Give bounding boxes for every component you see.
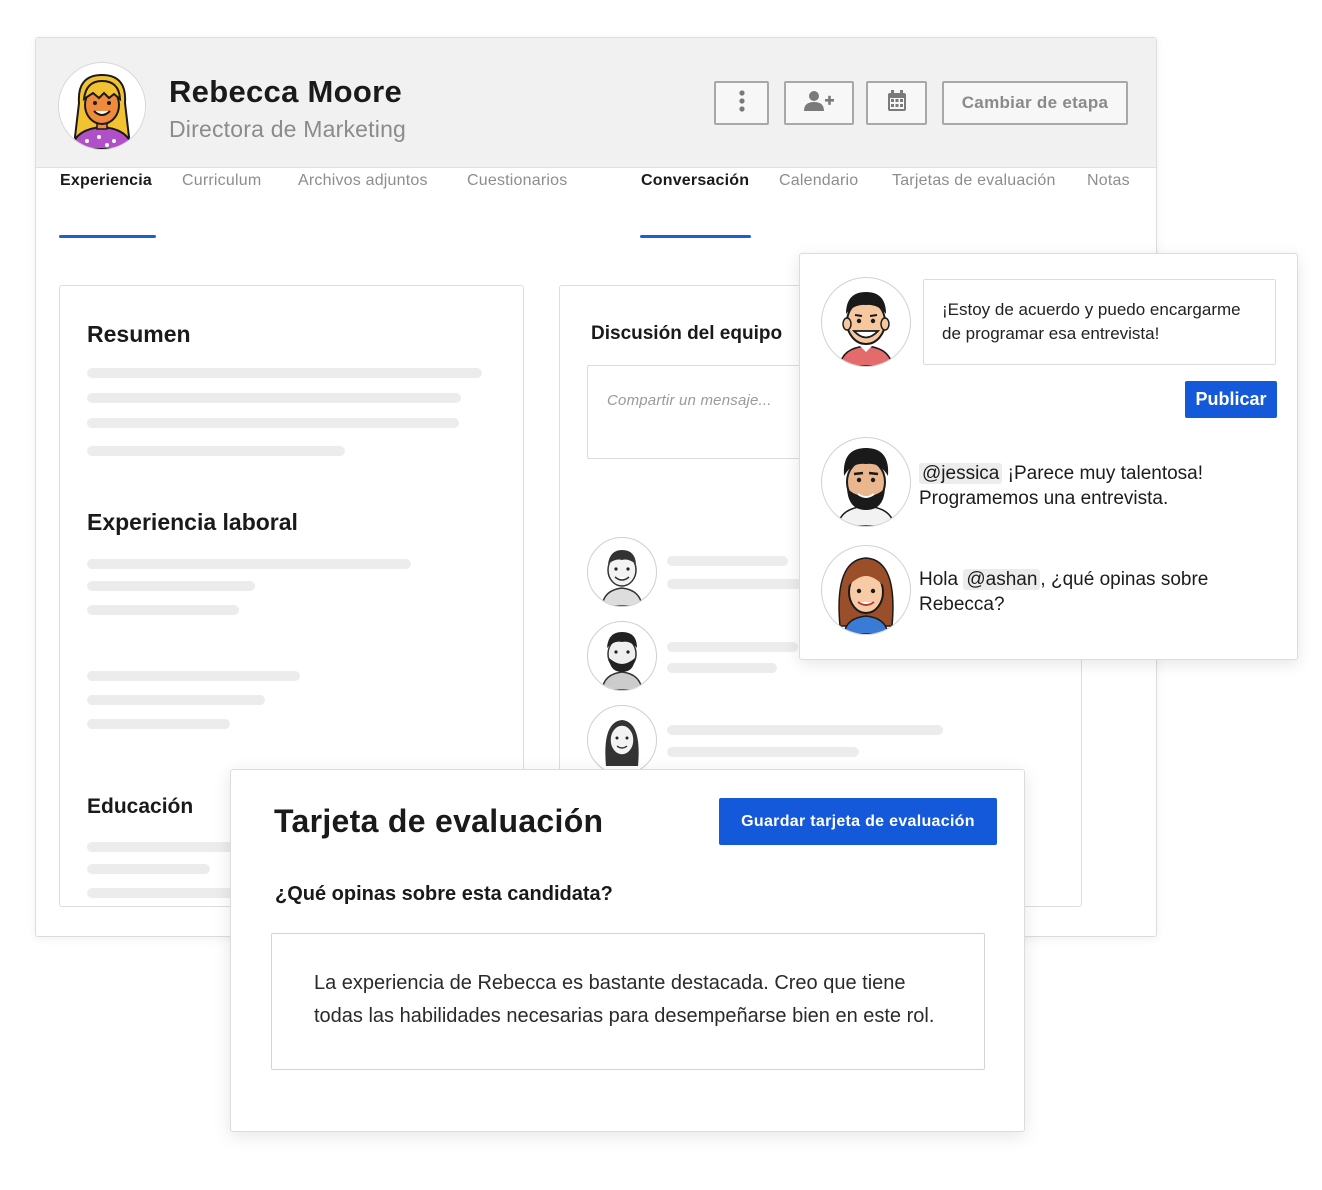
vertical-dots-icon (738, 89, 746, 117)
team-avatar (587, 537, 657, 607)
placeholder-line (667, 579, 812, 589)
mention-jessica[interactable]: @jessica (919, 463, 1003, 484)
tab-tarjetas-de-evaluacion[interactable]: Tarjetas de evaluación (892, 172, 1056, 190)
mention-ashan[interactable]: @ashan (963, 569, 1041, 590)
team-discussion-title: Discusión del equipo (591, 323, 783, 344)
reply-textbox[interactable]: ¡Estoy de acuerdo y puedo encargarme de … (923, 279, 1276, 365)
placeholder-line (667, 725, 943, 735)
team-avatar (587, 705, 657, 775)
scorecard-popup: Tarjeta de evaluación Guardar tarjeta de… (230, 769, 1025, 1132)
placeholder-line (87, 605, 239, 615)
placeholder-line (87, 581, 255, 591)
conversation-popup: ¡Estoy de acuerdo y puedo encargarme de … (799, 253, 1298, 660)
change-stage-button[interactable]: Cambiar de etapa (942, 81, 1128, 125)
placeholder-line (87, 671, 300, 681)
candidate-role: Directora de Marketing (169, 116, 407, 142)
tab-cuestionarios[interactable]: Cuestionarios (467, 172, 567, 190)
placeholder-line (87, 719, 230, 729)
scorecard-answer-textarea[interactable]: La experiencia de Rebecca es bastante de… (271, 933, 985, 1070)
placeholder-line (87, 368, 482, 378)
save-scorecard-button[interactable]: Guardar tarjeta de evaluación (719, 798, 997, 845)
summary-title: Resumen (87, 321, 191, 347)
tab-curriculum[interactable]: Curriculum (182, 172, 261, 190)
calendar-icon (887, 89, 907, 117)
tab-experiencia[interactable]: Experiencia (60, 172, 152, 190)
more-button[interactable] (714, 81, 769, 125)
comment-1: @jessica ¡Parece muy talentosa! Programe… (919, 461, 1269, 511)
placeholder-line (87, 418, 459, 428)
comment-2-prefix: Hola (919, 569, 964, 590)
placeholder-line (87, 446, 345, 456)
user-avatar (821, 277, 911, 367)
change-stage-label: Cambiar de etapa (961, 93, 1109, 112)
placeholder-line (667, 663, 777, 673)
placeholder-line (87, 864, 210, 874)
tab-experiencia-underline (59, 235, 156, 238)
placeholder-line (87, 559, 411, 569)
tab-conversacion-underline (640, 235, 751, 238)
publish-button[interactable]: Publicar (1185, 381, 1277, 418)
commenter-avatar-jessica (821, 545, 911, 635)
work-experience-title: Experiencia laboral (87, 509, 298, 535)
scorecard-question: ¿Qué opinas sobre esta candidata? (275, 883, 613, 905)
candidate-name: Rebecca Moore (169, 74, 403, 109)
tab-calendario[interactable]: Calendario (779, 172, 858, 190)
scorecard-title: Tarjeta de evaluación (274, 803, 604, 839)
user-plus-icon (804, 90, 834, 117)
team-avatar (587, 621, 657, 691)
education-title: Educación (87, 795, 194, 818)
tab-conversacion[interactable]: Conversación (641, 172, 749, 190)
placeholder-line (667, 556, 788, 566)
placeholder-line (667, 642, 798, 652)
commenter-avatar-ashan (821, 437, 911, 527)
schedule-button[interactable] (866, 81, 927, 125)
tab-archivos-adjuntos[interactable]: Archivos adjuntos (298, 172, 428, 190)
placeholder-line (667, 747, 859, 757)
add-user-button[interactable] (784, 81, 854, 125)
comment-2: Hola @ashan, ¿qué opinas sobre Rebecca? (919, 567, 1269, 617)
tab-notas[interactable]: Notas (1087, 172, 1130, 190)
placeholder-line (87, 393, 461, 403)
candidate-header: Rebecca Moore Directora de Marketing Cam… (36, 38, 1156, 168)
candidate-avatar (58, 62, 146, 150)
message-placeholder: Compartir un mensaje... (607, 392, 772, 409)
placeholder-line (87, 695, 265, 705)
